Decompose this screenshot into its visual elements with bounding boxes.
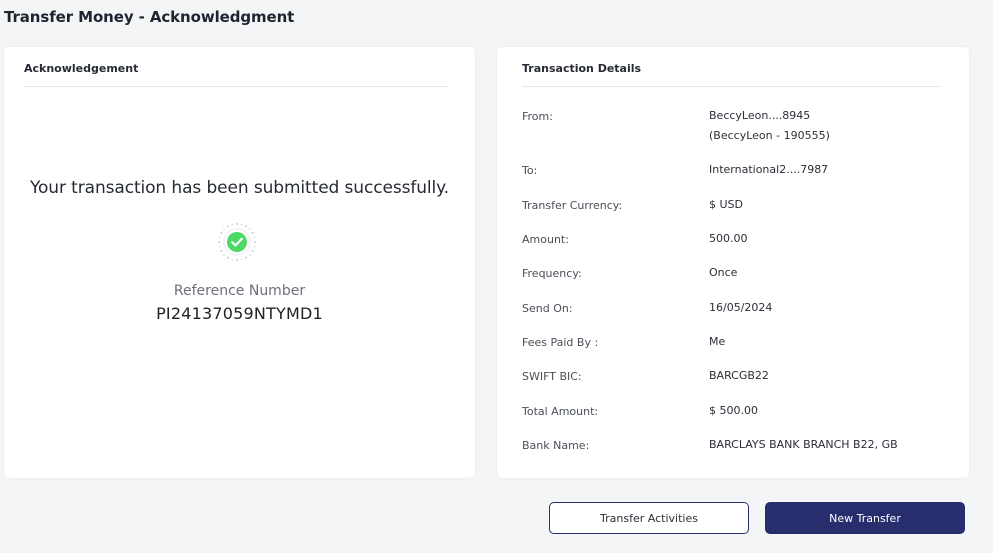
detail-label-fees-paid-by: Fees Paid By :	[522, 336, 599, 349]
detail-value-bank-name: BARCLAYS BANK BRANCH B22, GB	[709, 438, 898, 451]
success-check-icon	[217, 222, 257, 262]
success-message: Your transaction has been submitted succ…	[29, 178, 449, 198]
detail-label-frequency: Frequency:	[522, 267, 582, 280]
acknowledgement-header: Acknowledgement	[24, 62, 139, 75]
detail-label-from: From:	[522, 110, 553, 123]
detail-value-swift-bic: BARCGB22	[709, 369, 769, 382]
detail-value-fees-paid-by: Me	[709, 335, 726, 348]
detail-value-send-on: 16/05/2024	[709, 301, 773, 314]
transaction-details-card: Transaction Details From: BeccyLeon....8…	[497, 47, 969, 478]
detail-value-from: BeccyLeon....8945 (BeccyLeon - 190555)	[709, 106, 830, 146]
detail-value-total-amount: $ 500.00	[709, 404, 758, 417]
reference-number-label: Reference Number	[173, 283, 306, 299]
detail-value-amount: 500.00	[709, 232, 748, 245]
detail-label-to: To:	[522, 164, 538, 177]
detail-label-send-on: Send On:	[522, 302, 573, 315]
detail-label-bank-name: Bank Name:	[522, 439, 590, 452]
acknowledgement-divider	[24, 86, 448, 87]
acknowledgement-card: Acknowledgement Your transaction has bee…	[4, 47, 475, 478]
reference-number-value: PI24137059NTYMD1	[156, 304, 323, 323]
transfer-activities-button[interactable]: Transfer Activities	[549, 502, 749, 534]
from-account-owner: (BeccyLeon - 190555)	[709, 129, 830, 142]
page-title: Transfer Money - Acknowledgment	[4, 8, 295, 26]
detail-value-currency: $ USD	[709, 198, 743, 211]
detail-value-to: International2....7987	[709, 163, 829, 176]
detail-label-amount: Amount:	[522, 233, 569, 246]
detail-label-total-amount: Total Amount:	[522, 405, 599, 418]
detail-label-currency: Transfer Currency:	[522, 199, 623, 212]
from-account: BeccyLeon....8945	[709, 109, 811, 122]
transaction-details-header: Transaction Details	[522, 62, 642, 75]
transaction-details-divider	[522, 86, 941, 87]
detail-label-swift-bic: SWIFT BIC:	[522, 370, 582, 383]
detail-value-frequency: Once	[709, 266, 738, 279]
new-transfer-button[interactable]: New Transfer	[765, 502, 965, 534]
